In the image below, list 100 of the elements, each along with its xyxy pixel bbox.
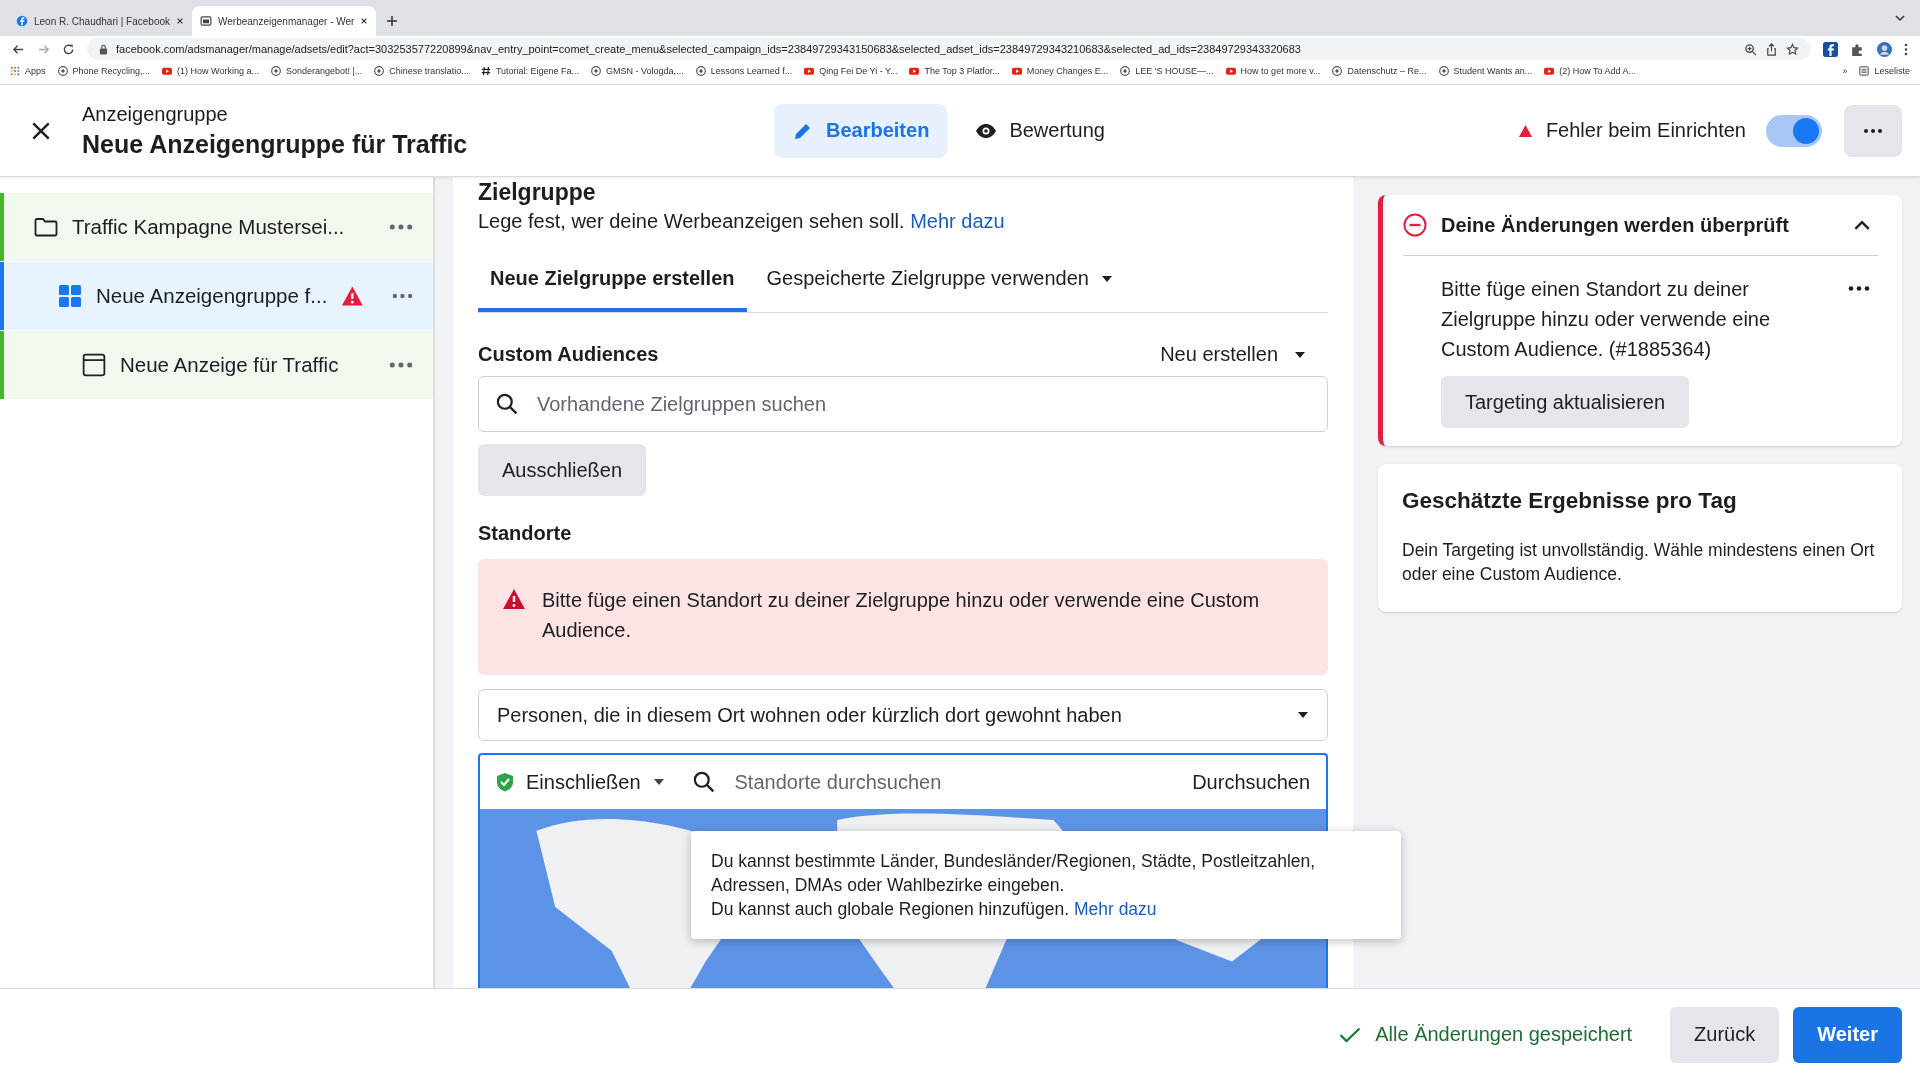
search-icon [692,771,715,793]
warning-icon [341,284,365,308]
bookmark[interactable]: GMSN - Vologda,... [591,66,684,76]
chevron-down-icon[interactable] [1894,12,1906,24]
apps-grid-icon [10,66,20,76]
caret-icon [1100,274,1113,283]
hash-icon [480,66,491,76]
bookmark[interactable]: Tutorial: Eigene Fa... [480,66,580,76]
grid-icon [58,284,82,308]
review-message: Bitte füge einen Standort zu deiner Zielgruppe hinzu oder verwende eine Custom Audience. (#1885364) [1441,277,1772,362]
learn-more-link[interactable]: Mehr dazu [1073,899,1157,919]
bookmark[interactable]: LEE 'S HOUSE—... [1120,66,1214,76]
warning-icon [502,588,526,610]
bookmark[interactable]: Student Wants an... [1438,66,1533,76]
address-bar[interactable]: facebook.com/adsmanager/manage/adsets/edit?act=303253577220899&nav_entry_point=comet_create_menu&selected_campaign_ids=23849729343150683&selected_adset_ids=23849729343210683&selected_ad_ids=23849729343320683 [87,38,1811,60]
search-icon [496,393,518,415]
update-targeting-button[interactable]: Targeting aktualisieren [1441,376,1690,428]
site-icon [374,66,385,76]
locations-heading: Standorte [478,522,573,545]
audience-search-field[interactable]: Vorhandene Zielgruppen suchen [478,376,1328,432]
custom-audiences-heading: Custom Audiences [478,343,659,366]
audience-tab[interactable]: Gespeicherte Zielgruppe verwenden [754,255,1125,312]
tooltip-text: Du kannst bestimmte Länder, Bundesländer/Regionen, Städte, Postleitzahlen, Adressen, DMAs oder Wahlbezirke eingeben. [711,850,1317,897]
browser-tab[interactable]: Leon R. Chaudhari | Facebook [8,6,192,36]
audience-tab[interactable]: Neue Zielgruppe erstellen [478,255,747,312]
edit-button[interactable]: Bearbeiten [774,103,948,158]
back-button[interactable]: Zurück [1670,1006,1780,1063]
bookmark[interactable]: Chinese translatio... [374,66,469,76]
play-icon [804,66,815,76]
check-icon [1339,1026,1362,1043]
avatar-icon[interactable] [1877,41,1892,57]
error-status: Fehler beim Einrichten [1545,119,1746,142]
exclude-button[interactable]: Ausschließen [478,444,647,496]
tree-item[interactable]: Traffic Kampagne Mustersei... [0,193,433,261]
bookmark[interactable]: The Top 3 Platfor... [909,66,1000,76]
play-icon [909,66,920,76]
site-icon [591,66,602,76]
share-icon[interactable] [1765,42,1778,56]
site-icon [270,66,281,76]
page-title: Neue Anzeigengruppe für Traffic [82,129,468,159]
puzzle-icon[interactable] [1850,41,1865,57]
play-icon [162,66,173,76]
location-type-dropdown[interactable]: Personen, die in diesem Ort wohnen oder kürzlich dort gewohnt haben [478,689,1328,741]
bookmark[interactable]: Money Changes E... [1011,66,1109,76]
caret-icon [1294,350,1306,359]
window-icon [82,353,106,377]
estimate-text: Dein Targeting ist unvollständig. Wähle mindestens einen Ort oder eine Custom Audience. [1402,539,1876,586]
site-icon [57,66,68,76]
caret-icon [1297,711,1309,719]
estimate-title: Geschätzte Ergebnisse pro Tag [1402,488,1738,514]
browse-button[interactable]: Durchsuchen [1192,770,1310,794]
warning-icon [1518,124,1532,137]
bookmark[interactable]: Qing Fei De Yi - Y... [804,66,898,76]
include-dropdown[interactable]: Einschließen [496,770,675,794]
review-button[interactable]: Bewertung [957,103,1123,158]
close-icon[interactable] [176,17,184,25]
tree-item[interactable]: Neue Anzeige für Traffic [0,331,433,399]
more-bookmarks[interactable]: » [1842,66,1848,76]
error-message: Bitte füge einen Standort zu deiner Zielgruppe hinzu oder verwende eine Custom Audience. [542,588,1261,643]
location-search-field[interactable]: Standorte durchsuchen [732,769,1175,795]
lock-icon [99,43,108,55]
bookmark[interactable]: (1) How Working a... [162,66,259,76]
review-title: Deine Änderungen werden überprüft [1441,213,1790,237]
star-icon[interactable] [1786,42,1799,56]
kebab-menu-icon[interactable] [1904,41,1908,57]
play-icon [1011,66,1022,76]
toggle-switch[interactable] [1766,114,1822,147]
bookmark[interactable]: How to get more v... [1225,66,1321,76]
extension-logo-icon[interactable] [1823,41,1838,57]
play-icon [1544,66,1555,76]
bookmark[interactable]: Sonderangebot! |... [270,66,363,76]
reading-list[interactable]: Leseliste [1859,66,1910,76]
plus-icon[interactable] [386,15,399,27]
bookmark[interactable]: (2) How To Add A... [1544,66,1637,76]
close-icon[interactable] [360,17,369,25]
save-status: Alle Änderungen gespeichert [1375,1023,1633,1046]
bookmark[interactable]: Datenschutz – Re... [1332,66,1427,76]
site-icon [695,66,706,76]
more-icon[interactable] [1848,286,1870,291]
shield-check-icon [496,772,514,792]
page-label: Anzeigengruppe [82,102,229,126]
tree-item[interactable]: Neue Anzeigengruppe f... [0,262,433,330]
create-new-dropdown[interactable]: Neu erstellen [1160,343,1328,366]
browser-tab[interactable]: Werbeanzeigenmanager - Wer [192,6,377,36]
list-icon [1859,66,1870,76]
reload-icon[interactable] [62,42,75,56]
apps-bookmark[interactable]: Apps [10,66,46,76]
section-heading: Zielgruppe [478,178,597,206]
bookmark[interactable]: Lessons Learned f... [695,66,793,76]
chevron-icon[interactable] [1854,220,1870,230]
next-button[interactable]: Weiter [1793,1006,1902,1063]
page-icon [200,15,212,27]
section-description: Lege fest, wer deine Werbeanzeigen sehen soll. Mehr dazu [478,210,1006,233]
bookmark[interactable]: Phone Recycling,... [57,66,151,76]
caret-icon [652,778,665,786]
site-icon [1332,66,1343,76]
zoom-icon[interactable] [1744,42,1757,56]
learn-more-link[interactable]: Mehr dazu [910,210,1005,232]
site-icon [1438,66,1449,76]
more-icon [1863,128,1883,133]
